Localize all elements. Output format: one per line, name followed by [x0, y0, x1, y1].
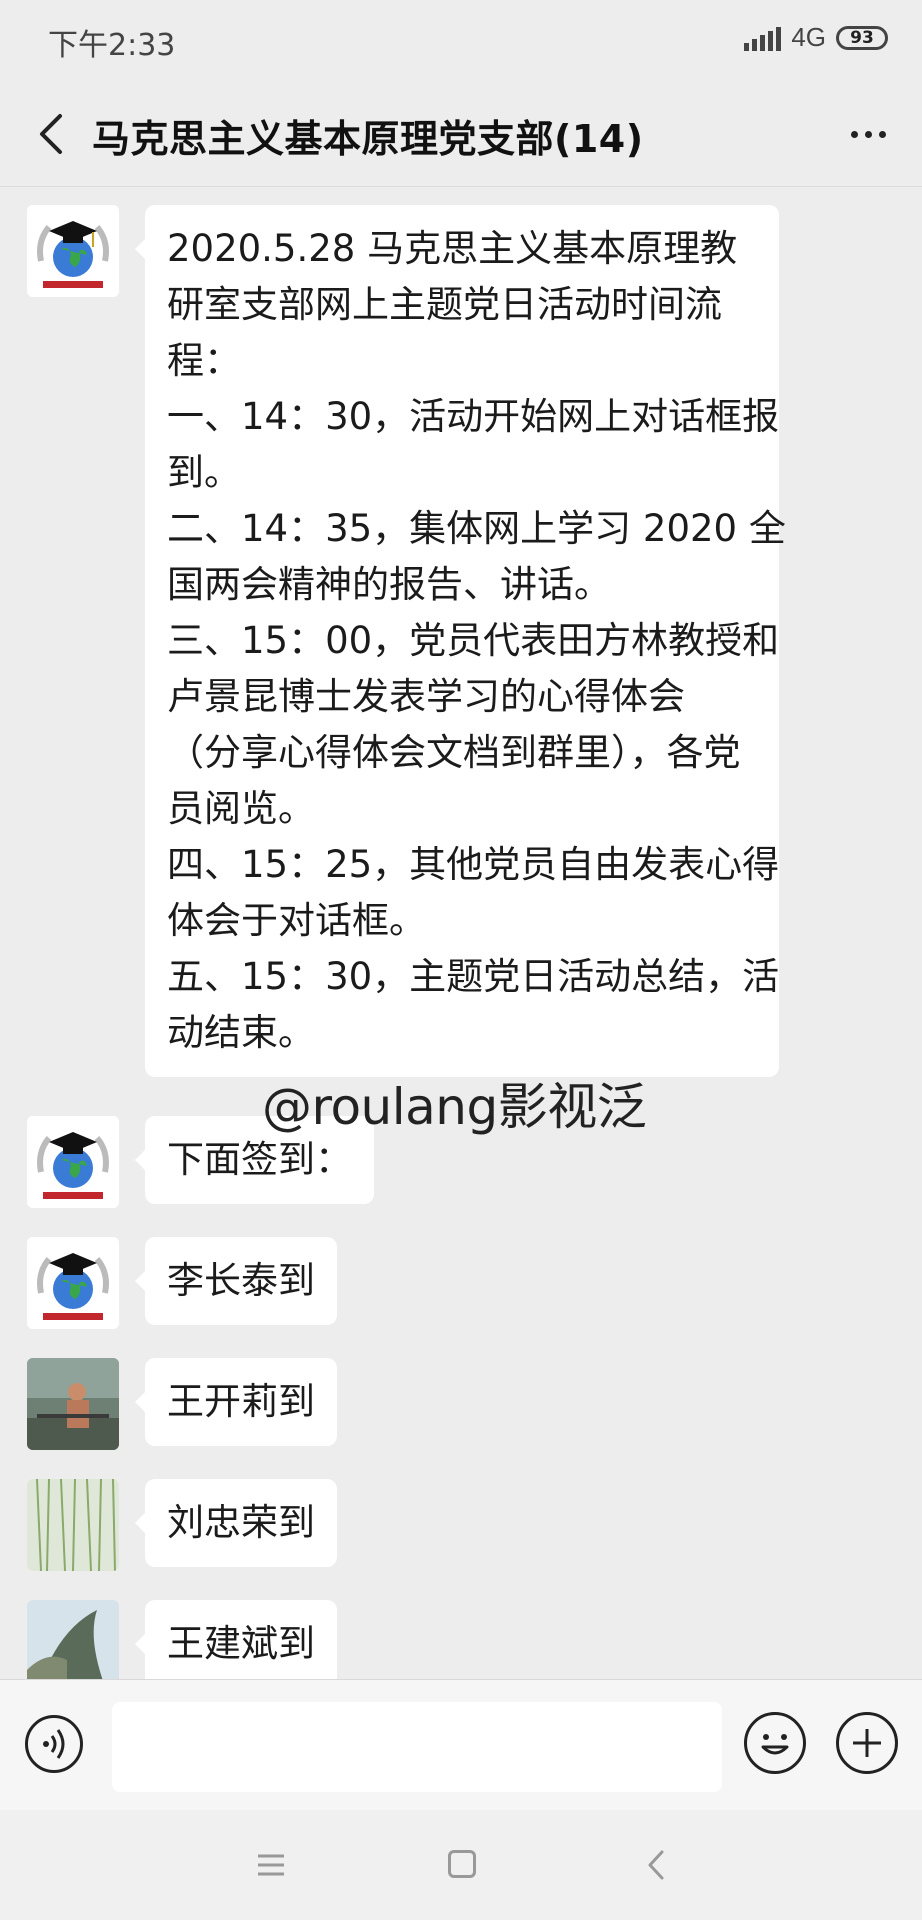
status-indicators: 4G 93	[744, 22, 888, 53]
network-type: 4G	[791, 22, 826, 52]
message-line: 2020.5.28 马克思主义基本原理教	[167, 227, 738, 270]
chat-header: 马克思主义基本原理党支部(14)	[0, 84, 922, 184]
message-line: 体会于对话框。	[167, 899, 426, 942]
status-time: 下午2:33	[48, 28, 176, 63]
battery-icon: 93	[836, 25, 888, 50]
message-line: 研室支部网上主题党日活动时间流	[167, 283, 722, 326]
message-line: （分享心得体会文档到群里），各党	[167, 731, 741, 774]
signal-icon	[744, 25, 782, 51]
message-line: 五、15：30，主题党日活动总结，活	[167, 955, 780, 998]
message-line: 员阅览。	[167, 787, 315, 830]
message-bubble[interactable]: 刘忠荣到	[135, 1479, 337, 1567]
more-button[interactable]	[838, 112, 898, 156]
plus-button[interactable]	[836, 1712, 898, 1774]
chat-title: 马克思主义基本原理党支部(14)	[92, 117, 644, 161]
nav-back-button[interactable]	[642, 1848, 672, 1882]
plus-icon	[853, 1729, 881, 1757]
message-line: 程：	[167, 339, 241, 382]
back-button[interactable]	[26, 106, 82, 162]
man-photo-avatar[interactable]	[27, 1358, 119, 1450]
message-line: 二、14：35，集体网上学习 2020 全	[167, 507, 786, 550]
back-icon	[648, 1850, 664, 1880]
battery-level: 93	[850, 27, 874, 48]
message-text: 李长泰到	[167, 1259, 315, 1302]
more-dots-icon	[850, 130, 858, 138]
willow-photo-avatar[interactable]	[27, 1479, 119, 1571]
emoji-icon	[761, 1734, 789, 1755]
message-bubble[interactable]: 王开莉到	[135, 1358, 337, 1446]
tree-photo-avatar[interactable]	[27, 1600, 119, 1679]
voice-button[interactable]	[25, 1715, 83, 1773]
message-text: 下面签到：	[167, 1138, 352, 1181]
chevron-left-icon	[40, 114, 62, 154]
message-line: 卢景昆博士发表学习的心得体会	[167, 675, 685, 718]
message-line: 一、14：30，活动开始网上对话框报	[167, 395, 780, 438]
message-bubble[interactable]: 王建斌到	[135, 1600, 337, 1679]
message-text: 刘忠荣到	[167, 1501, 315, 1544]
chat-list[interactable]: 2020.5.28 马克思主义基本原理教 研室支部网上主题党日活动时间流 程： …	[0, 187, 922, 1679]
message-bubble[interactable]: 2020.5.28 马克思主义基本原理教 研室支部网上主题党日活动时间流 程： …	[135, 205, 786, 1077]
message-bubble[interactable]: 李长泰到	[135, 1237, 337, 1325]
message-text: 王建斌到	[167, 1622, 315, 1665]
home-icon[interactable]	[448, 1850, 476, 1878]
university-globe-avatar[interactable]	[27, 205, 119, 297]
status-bar: 下午2:33 4G 93	[0, 0, 922, 84]
university-globe-avatar[interactable]	[27, 1116, 119, 1208]
message-line: 到。	[167, 451, 241, 494]
message-line: 国两会精神的报告、讲话。	[167, 563, 611, 606]
message-line: 三、15：00，党员代表田方林教授和	[167, 619, 780, 662]
input-bar	[0, 1679, 922, 1810]
message-input[interactable]	[112, 1702, 722, 1792]
message-text: 王开莉到	[167, 1380, 315, 1423]
voice-icon	[43, 1729, 65, 1759]
emoji-button[interactable]	[744, 1712, 806, 1774]
message-line: 动结束。	[167, 1011, 315, 1054]
university-globe-avatar[interactable]	[27, 1237, 119, 1329]
message-bubble[interactable]: 下面签到：	[135, 1116, 374, 1204]
menu-button[interactable]	[256, 1850, 286, 1880]
system-nav-bar	[0, 1810, 922, 1920]
menu-icon	[258, 1854, 284, 1876]
message-line: 四、15：25，其他党员自由发表心得	[167, 843, 780, 886]
